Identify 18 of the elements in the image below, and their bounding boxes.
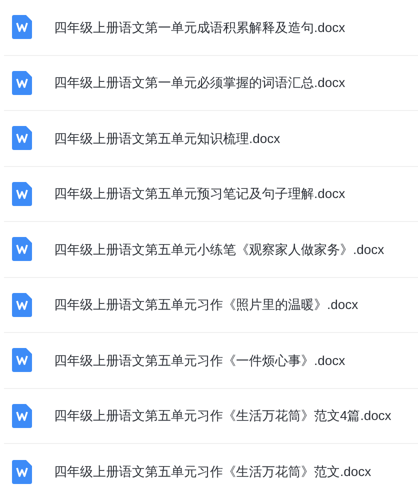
document-icon bbox=[12, 15, 32, 40]
document-icon bbox=[12, 70, 32, 95]
file-name[interactable]: 四年级上册语文第五单元习作《照片里的温暖》.docx bbox=[54, 295, 358, 314]
file-name[interactable]: 四年级上册语文第五单元预习笔记及句子理解.docx bbox=[54, 184, 346, 204]
document-icon bbox=[12, 292, 32, 317]
document-icon bbox=[12, 126, 32, 150]
document-icon bbox=[12, 237, 32, 262]
file-name[interactable]: 四年级上册语文第五单元知识梳理.docx bbox=[54, 128, 280, 148]
file-name[interactable]: 四年级上册语文第一单元必须掌握的词语汇总.docx bbox=[54, 73, 346, 92]
file-name[interactable]: 四年级上册语文第五单元习作《生活万花筒》范文.docx bbox=[54, 462, 372, 482]
file-name[interactable]: 四年级上册语文第五单元习作《一件烦心事》.docx bbox=[54, 350, 346, 370]
file-name[interactable]: 四年级上册语文第五单元习作《生活万花筒》范文4篇.docx bbox=[54, 406, 392, 426]
file-name[interactable]: 四年级上册语文第一单元成语积累解释及造句.docx bbox=[54, 18, 346, 37]
document-icon bbox=[12, 460, 32, 484]
document-icon bbox=[12, 348, 32, 372]
file-name[interactable]: 四年级上册语文第五单元小练笔《观察家人做家务》.docx bbox=[54, 240, 384, 259]
document-icon bbox=[12, 404, 32, 428]
document-icon bbox=[12, 182, 32, 206]
